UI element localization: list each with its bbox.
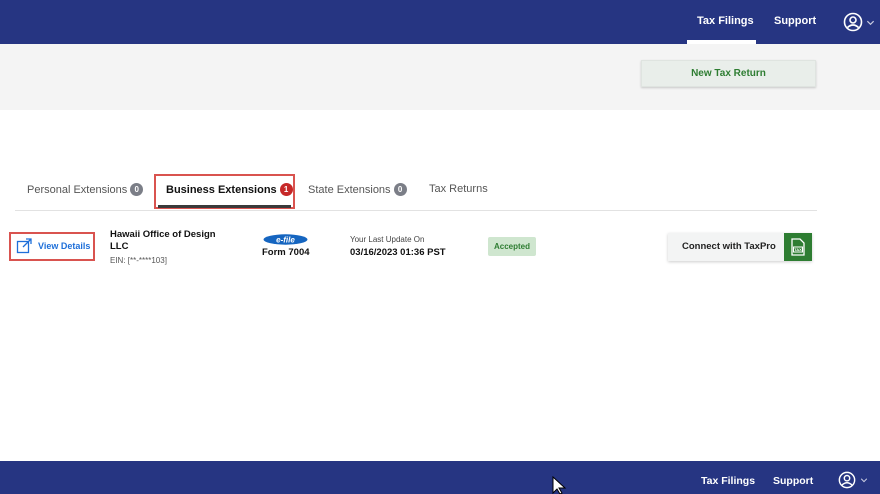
bottom-nav-tax-filings[interactable]: Tax Filings <box>701 475 755 487</box>
nav-support[interactable]: Support <box>774 15 816 27</box>
view-details-label: View Details <box>38 241 91 251</box>
tab-label: State Extensions <box>308 183 391 196</box>
connect-taxpro-label: Connect with TaxPro <box>682 241 776 252</box>
svg-text:TAX: TAX <box>794 247 802 252</box>
bottom-nav-support[interactable]: Support <box>773 475 813 487</box>
connect-taxpro-button[interactable]: Connect with TaxPro TAX <box>668 233 812 261</box>
last-update-value: 03/16/2023 01:36 PST <box>350 247 446 258</box>
app-window: Tax Filings Support New Tax Return Perso… <box>0 0 880 494</box>
tabs-divider <box>15 210 817 211</box>
chevron-down-icon[interactable] <box>860 476 868 484</box>
user-circle-icon[interactable] <box>838 471 856 489</box>
tax-document-icon: TAX <box>784 233 812 261</box>
ein-text: EIN: [**-****103] <box>110 256 167 265</box>
tab-personal-extensions[interactable]: Personal Extensions 0 <box>27 183 144 196</box>
view-details-link[interactable]: View Details <box>16 238 90 254</box>
last-update-label: Your Last Update On <box>350 235 425 244</box>
mouse-cursor-icon <box>552 476 567 494</box>
status-badge: Accepted <box>488 237 536 256</box>
tab-count-badge: 0 <box>130 183 144 196</box>
user-circle-icon[interactable] <box>843 12 863 32</box>
efile-logo: e-file <box>263 234 308 245</box>
external-link-icon <box>16 238 32 254</box>
tab-business-extensions[interactable]: Business Extensions 1 <box>166 183 293 196</box>
nav-tax-filings[interactable]: Tax Filings <box>697 15 754 27</box>
tab-state-extensions[interactable]: State Extensions 0 <box>308 183 407 196</box>
tab-label: Tax Returns <box>429 183 488 195</box>
form-number: Form 7004 <box>262 247 310 258</box>
tab-label: Personal Extensions <box>27 183 128 196</box>
tab-tax-returns[interactable]: Tax Returns <box>429 183 488 195</box>
tab-count-badge: 1 <box>279 183 293 196</box>
tab-label: Business Extensions <box>166 183 277 196</box>
chevron-down-icon[interactable] <box>866 18 875 27</box>
tab-active-indicator <box>158 205 291 208</box>
tab-count-badge: 0 <box>393 183 407 196</box>
new-tax-return-button[interactable]: New Tax Return <box>641 60 816 87</box>
business-name: Hawaii Office of Design LLC <box>110 229 216 252</box>
efile-logo-text: e-file <box>276 235 295 244</box>
